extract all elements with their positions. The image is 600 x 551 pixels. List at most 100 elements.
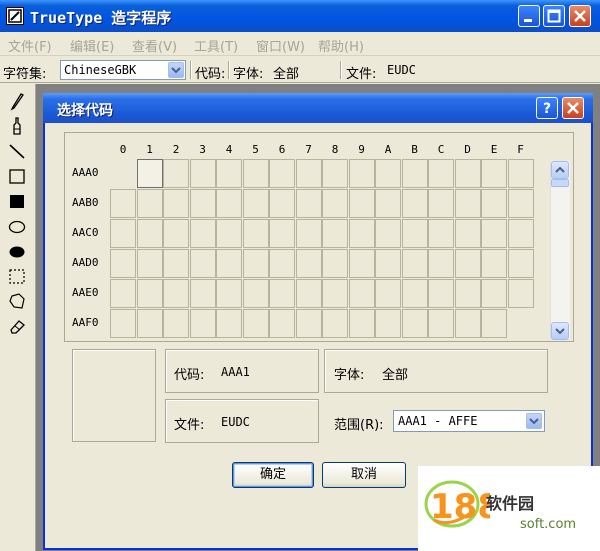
code-cell[interactable] (110, 219, 136, 248)
code-cell[interactable] (110, 279, 136, 308)
menu-tools[interactable]: 工具(T) (194, 36, 238, 55)
hollow-ellipse-icon[interactable] (6, 215, 28, 237)
code-cell[interactable] (481, 309, 507, 338)
code-cell[interactable] (242, 309, 269, 338)
code-cell[interactable] (110, 189, 136, 218)
code-cell[interactable] (295, 249, 322, 278)
code-cell[interactable] (216, 279, 242, 308)
scroll-down-button[interactable] (551, 322, 569, 340)
code-cell[interactable] (481, 219, 507, 248)
code-cell[interactable] (269, 189, 295, 218)
code-cell[interactable] (507, 189, 534, 218)
code-cell[interactable] (163, 189, 189, 218)
code-cell[interactable] (401, 309, 428, 338)
code-cell[interactable] (242, 159, 269, 188)
pencil-icon[interactable] (6, 90, 28, 112)
code-cell[interactable] (242, 279, 269, 308)
code-cell[interactable] (401, 219, 428, 248)
menu-edit[interactable]: 编辑(E) (70, 36, 114, 55)
code-cell[interactable] (428, 219, 454, 248)
code-cell[interactable] (375, 249, 401, 278)
ok-button[interactable]: 确定 (232, 462, 314, 488)
code-cell[interactable] (136, 249, 163, 278)
code-cell[interactable] (163, 249, 189, 278)
freeform-select-icon[interactable] (6, 290, 28, 312)
code-cell[interactable] (136, 219, 163, 248)
code-cell[interactable] (163, 219, 189, 248)
code-cell[interactable] (348, 189, 375, 218)
code-cell[interactable] (481, 189, 507, 218)
code-cell[interactable] (401, 189, 428, 218)
code-cell[interactable] (322, 249, 348, 278)
code-cell[interactable] (454, 279, 481, 308)
filled-ellipse-icon[interactable] (6, 240, 28, 262)
code-cell[interactable] (348, 219, 375, 248)
brush-icon[interactable] (6, 115, 28, 137)
code-cell[interactable] (163, 309, 189, 338)
code-cell[interactable] (189, 309, 216, 338)
code-cell[interactable] (136, 279, 163, 308)
code-cell[interactable] (216, 309, 242, 338)
scroll-up-button[interactable] (551, 161, 569, 179)
range-dropdown-button[interactable] (526, 413, 542, 429)
code-cell[interactable] (507, 279, 534, 308)
code-cell[interactable] (189, 159, 216, 188)
code-cell[interactable] (401, 249, 428, 278)
code-cell[interactable] (375, 279, 401, 308)
cancel-button[interactable]: 取消 (322, 462, 406, 488)
code-cell[interactable] (295, 219, 322, 248)
grid-scrollbar[interactable] (550, 161, 570, 339)
code-cell[interactable] (348, 279, 375, 308)
rect-select-icon[interactable] (6, 265, 28, 287)
code-cell[interactable] (110, 309, 136, 338)
code-cell[interactable] (401, 279, 428, 308)
code-cell[interactable] (428, 159, 454, 188)
help-button[interactable]: ? (536, 97, 558, 119)
close-button[interactable] (569, 5, 591, 27)
code-cell[interactable] (216, 189, 242, 218)
code-cell[interactable] (136, 159, 163, 188)
code-cell[interactable] (216, 249, 242, 278)
menu-view[interactable]: 查看(V) (132, 36, 177, 55)
code-cell[interactable] (110, 249, 136, 278)
code-cell[interactable] (454, 159, 481, 188)
code-cell[interactable] (322, 189, 348, 218)
code-cell[interactable] (189, 279, 216, 308)
code-cell[interactable] (269, 159, 295, 188)
eraser-icon[interactable] (6, 315, 28, 337)
code-cell[interactable] (242, 189, 269, 218)
code-cell[interactable] (454, 309, 481, 338)
code-cell[interactable] (322, 219, 348, 248)
code-cell[interactable] (269, 249, 295, 278)
code-cell[interactable] (322, 309, 348, 338)
code-cell[interactable] (216, 219, 242, 248)
code-cell[interactable] (428, 249, 454, 278)
code-cell[interactable] (454, 249, 481, 278)
code-cell[interactable] (163, 159, 189, 188)
code-cell[interactable] (242, 219, 269, 248)
code-cell[interactable] (454, 219, 481, 248)
code-cell[interactable] (348, 249, 375, 278)
code-cell[interactable] (507, 249, 534, 278)
code-cell[interactable] (428, 309, 454, 338)
code-cell[interactable] (454, 189, 481, 218)
code-cell[interactable] (189, 189, 216, 218)
code-cell[interactable] (295, 189, 322, 218)
code-cell[interactable] (428, 189, 454, 218)
filled-rect-icon[interactable] (6, 190, 28, 212)
code-cell[interactable] (375, 159, 401, 188)
code-cell[interactable] (295, 279, 322, 308)
code-cell[interactable] (242, 249, 269, 278)
code-cell[interactable] (136, 189, 163, 218)
code-cell[interactable] (189, 219, 216, 248)
code-cell[interactable] (269, 219, 295, 248)
code-cell[interactable] (348, 309, 375, 338)
charset-dropdown-button[interactable] (168, 62, 184, 78)
range-select[interactable]: AAA1 - AFFE (393, 410, 545, 432)
code-cell[interactable] (481, 159, 507, 188)
code-cell[interactable] (401, 159, 428, 188)
code-cell[interactable] (269, 309, 295, 338)
dialog-close-button[interactable] (562, 97, 584, 119)
code-cell[interactable] (375, 189, 401, 218)
menu-help[interactable]: 帮助(H) (318, 36, 364, 55)
